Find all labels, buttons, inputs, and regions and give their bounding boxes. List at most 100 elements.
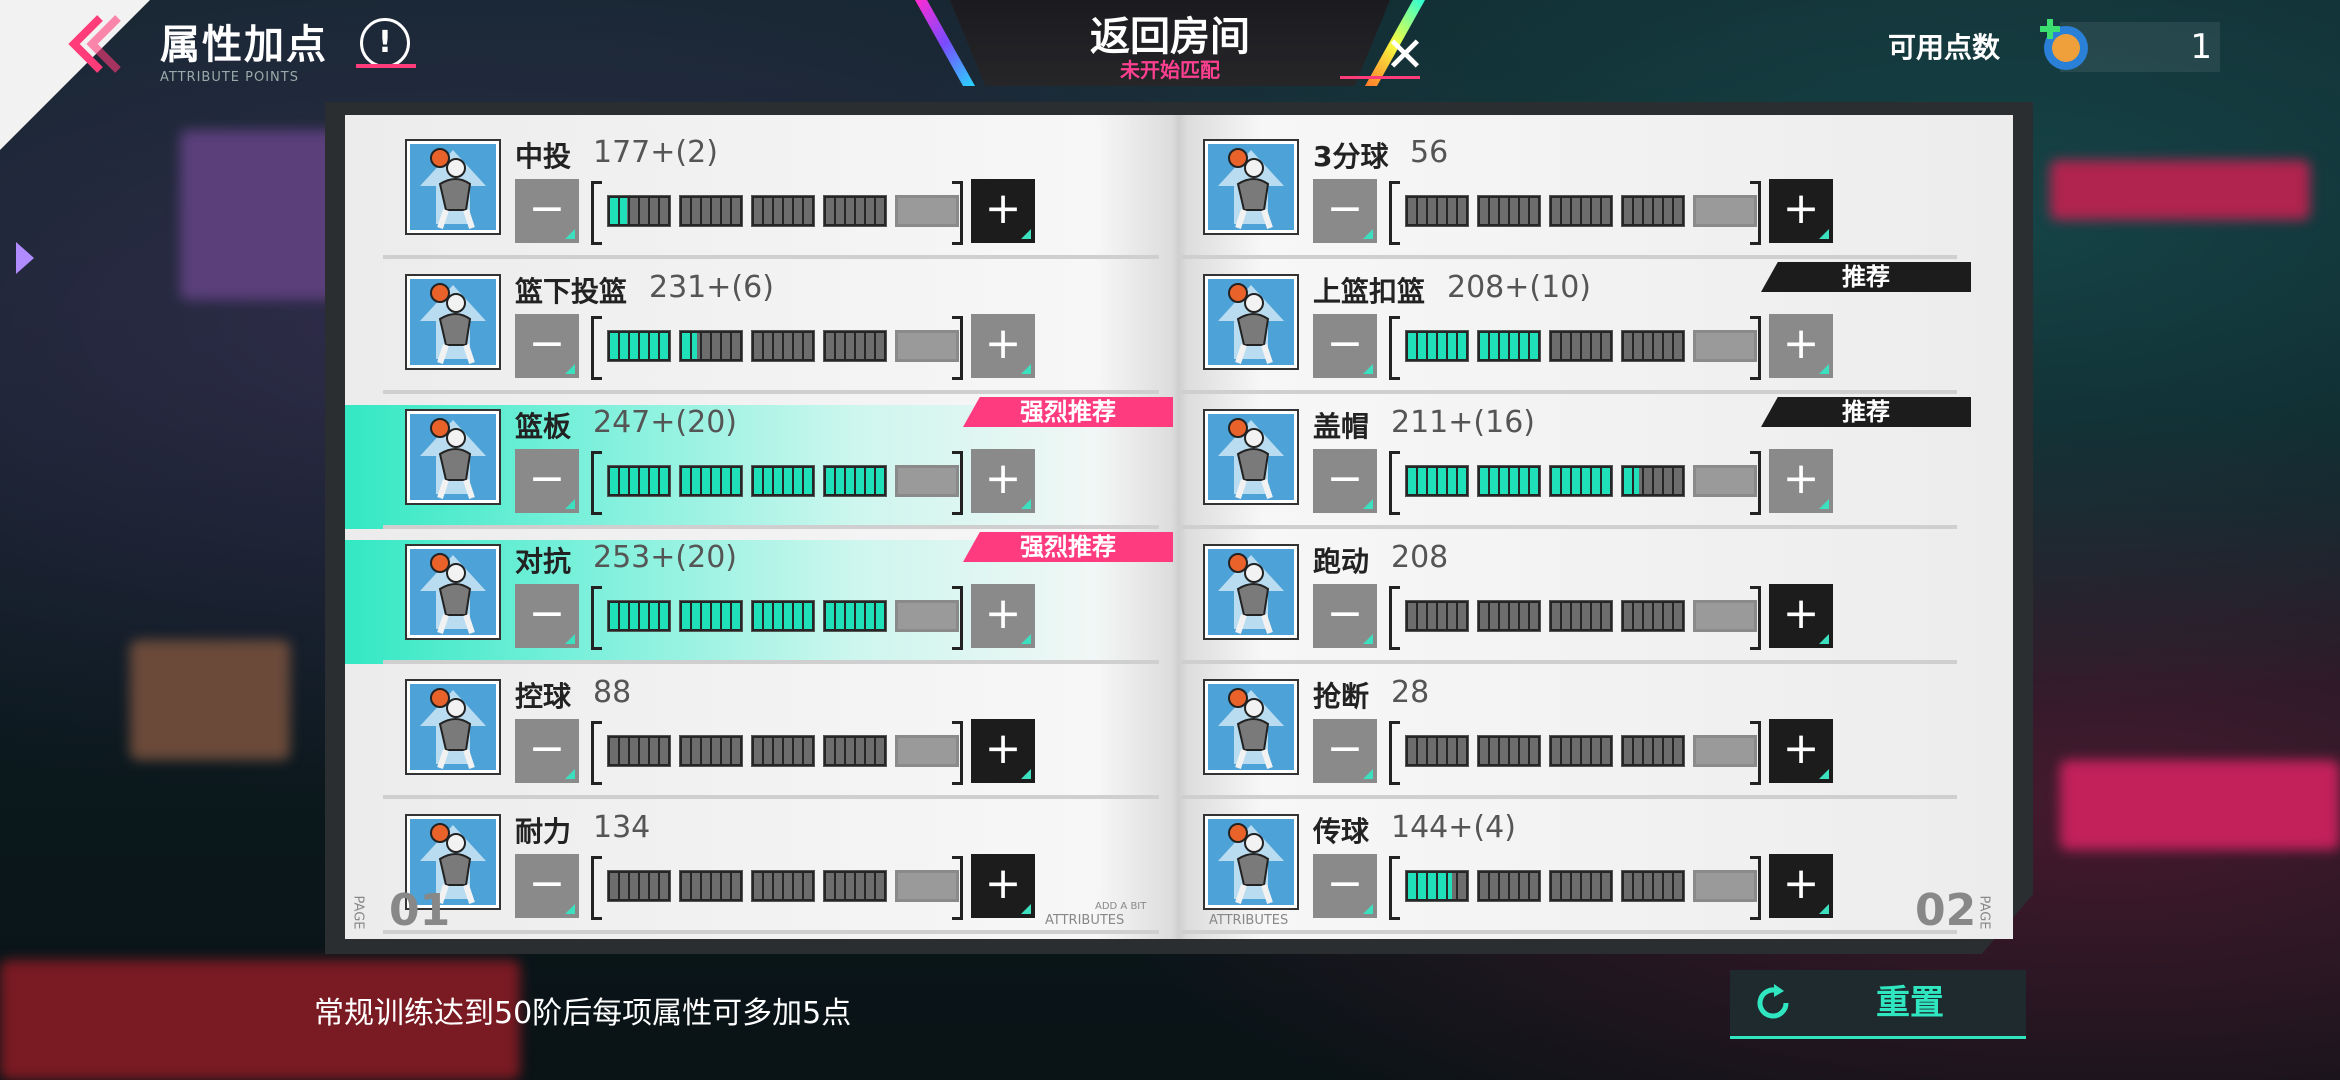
attribute-name: 对抗 bbox=[515, 545, 572, 578]
increase-button[interactable]: + bbox=[971, 314, 1035, 378]
decrease-button[interactable]: − bbox=[1313, 584, 1377, 648]
bar-segment bbox=[1621, 330, 1685, 362]
increase-button[interactable]: + bbox=[971, 179, 1035, 243]
decrease-button[interactable]: − bbox=[515, 449, 579, 513]
bar-segment bbox=[1477, 600, 1541, 632]
segment-ticks bbox=[1408, 333, 1466, 359]
reset-button[interactable]: 重置 bbox=[1730, 970, 2026, 1039]
attribute-avatar bbox=[1203, 679, 1299, 775]
side-expand-icon[interactable] bbox=[14, 240, 36, 276]
bar-bracket-left bbox=[1389, 451, 1400, 515]
bar-segment bbox=[679, 330, 743, 362]
attribute-avatar bbox=[1203, 409, 1299, 505]
close-icon[interactable]: ✕ bbox=[1360, 30, 1450, 80]
button-corner-mark bbox=[1363, 229, 1373, 239]
player-silhouette-icon bbox=[410, 279, 496, 365]
attribute-name: 中投 bbox=[515, 140, 572, 173]
bar-segment bbox=[895, 330, 959, 362]
segment-base bbox=[1696, 873, 1754, 899]
bar-segment bbox=[823, 330, 887, 362]
decrease-button[interactable]: − bbox=[515, 584, 579, 648]
decrease-button[interactable]: − bbox=[1313, 719, 1377, 783]
decrease-button[interactable]: − bbox=[1313, 314, 1377, 378]
increase-button[interactable]: + bbox=[1769, 449, 1833, 513]
player-silhouette-icon bbox=[410, 414, 496, 500]
attribute-value: 253+(20) bbox=[593, 540, 737, 575]
decrease-button[interactable]: − bbox=[515, 854, 579, 918]
attribute-value: 28 bbox=[1391, 675, 1430, 710]
segment-base bbox=[898, 873, 956, 899]
increase-button[interactable]: + bbox=[971, 854, 1035, 918]
segment-base bbox=[826, 198, 884, 224]
bar-segment bbox=[823, 195, 887, 227]
bar-segment bbox=[751, 600, 815, 632]
segment-base bbox=[1696, 198, 1754, 224]
bar-bracket-left bbox=[591, 721, 602, 785]
decrease-button[interactable]: − bbox=[1313, 854, 1377, 918]
bg-banner bbox=[2050, 160, 2310, 220]
row-divider bbox=[1181, 930, 1957, 934]
decrease-button[interactable]: − bbox=[1313, 449, 1377, 513]
bar-bracket-left bbox=[591, 451, 602, 515]
increase-button[interactable]: + bbox=[1769, 719, 1833, 783]
bar-segments bbox=[607, 600, 959, 632]
button-corner-mark bbox=[565, 634, 575, 644]
back-chevron-icon[interactable] bbox=[60, 10, 130, 80]
row-divider bbox=[383, 390, 1159, 394]
segment-base bbox=[898, 333, 956, 359]
attribute-row: 跑动 − +208 bbox=[1181, 532, 1971, 667]
page-word-right: PAGE bbox=[1976, 895, 1992, 930]
increase-button[interactable]: + bbox=[1769, 179, 1833, 243]
segment-base bbox=[1696, 468, 1754, 494]
decrease-button[interactable]: − bbox=[515, 179, 579, 243]
segment-base bbox=[610, 738, 668, 764]
button-corner-mark bbox=[1819, 499, 1829, 509]
increase-button[interactable]: + bbox=[1769, 854, 1833, 918]
attribute-value: 247+(20) bbox=[593, 405, 737, 440]
player-silhouette-icon bbox=[1208, 549, 1294, 635]
bar-segment bbox=[1693, 600, 1757, 632]
info-button[interactable]: ! bbox=[360, 18, 410, 68]
segment-ticks bbox=[610, 468, 668, 494]
bar-segments bbox=[607, 735, 959, 767]
attribute-avatar bbox=[1203, 544, 1299, 640]
segment-base bbox=[1624, 198, 1682, 224]
reset-label[interactable]: 重置 bbox=[1820, 970, 2000, 1036]
decrease-button[interactable]: − bbox=[515, 314, 579, 378]
decrease-button[interactable]: − bbox=[1313, 179, 1377, 243]
bar-segment bbox=[823, 600, 887, 632]
bar-segment bbox=[751, 330, 815, 362]
increase-button[interactable]: + bbox=[971, 449, 1035, 513]
increase-button[interactable]: + bbox=[1769, 314, 1833, 378]
increase-button[interactable]: + bbox=[1769, 584, 1833, 648]
left-column: 中投 − +177+(2) 篮下投篮 − + 231+(6) 篮板 − + 强烈… bbox=[345, 127, 1173, 937]
bar-bracket-left bbox=[591, 856, 602, 920]
bar-segment bbox=[1405, 465, 1469, 497]
segment-base bbox=[826, 738, 884, 764]
segment-base bbox=[754, 198, 812, 224]
increase-button[interactable]: + bbox=[971, 719, 1035, 783]
segment-ticks bbox=[1408, 468, 1466, 494]
attribute-row: 篮下投篮 − +231+(6) bbox=[383, 262, 1173, 397]
attribute-name: 耐力 bbox=[515, 815, 572, 848]
bar-segment bbox=[751, 465, 815, 497]
segment-base bbox=[1696, 603, 1754, 629]
segment-ticks bbox=[826, 468, 884, 494]
attribute-name: 篮下投篮 bbox=[515, 275, 628, 308]
decrease-button[interactable]: − bbox=[515, 719, 579, 783]
bar-bracket-left bbox=[591, 316, 602, 380]
increase-button[interactable]: + bbox=[971, 584, 1035, 648]
segment-base bbox=[1480, 873, 1538, 899]
bar-segment bbox=[1477, 330, 1541, 362]
attribute-row: 上篮扣篮 − + 推荐 208+(10) bbox=[1181, 262, 1971, 397]
segment-base bbox=[754, 873, 812, 899]
attribute-name: 篮板 bbox=[515, 410, 572, 443]
segment-base bbox=[610, 873, 668, 899]
bar-segment bbox=[679, 600, 743, 632]
attribute-avatar bbox=[405, 139, 501, 235]
bar-segments bbox=[1405, 330, 1757, 362]
button-corner-mark bbox=[1819, 769, 1829, 779]
button-corner-mark bbox=[1363, 769, 1373, 779]
button-corner-mark bbox=[565, 499, 575, 509]
segment-base bbox=[1624, 603, 1682, 629]
